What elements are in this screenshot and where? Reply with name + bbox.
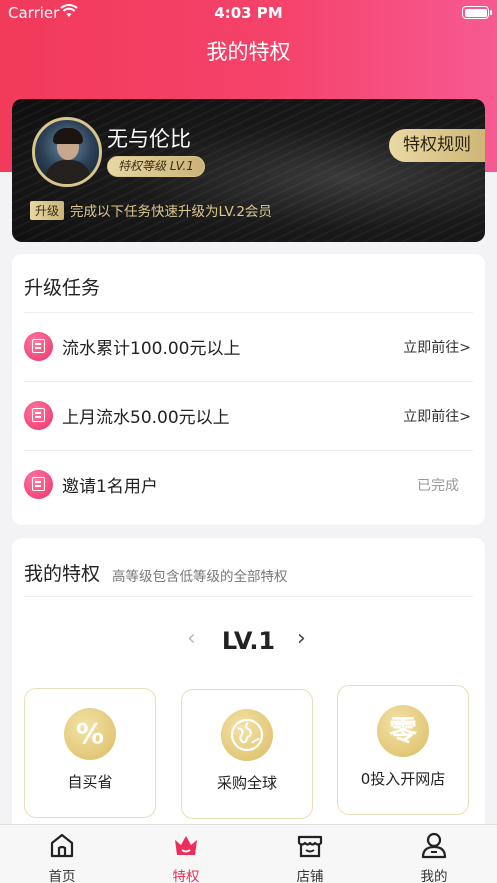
privilege-card[interactable]: 采购全球	[181, 689, 313, 819]
tab-home[interactable]: 首页	[0, 825, 124, 883]
task-row: 邀请1名用户 已完成	[12, 451, 485, 519]
tasks-title: 升级任务	[24, 277, 101, 299]
globe-icon	[221, 709, 273, 761]
tab-mine[interactable]: 我的	[372, 825, 496, 883]
store-icon	[297, 835, 323, 858]
privilege-label: 0投入开网店	[360, 770, 446, 788]
receipt-icon	[24, 401, 53, 430]
task-completed-status: 已完成	[417, 478, 459, 494]
battery-icon	[462, 6, 492, 19]
crown-icon	[175, 836, 197, 855]
percent-icon: %	[64, 708, 116, 760]
divider	[24, 596, 473, 597]
task-row[interactable]: 上月流水50.00元以上 立即前往>	[12, 382, 485, 450]
tab-store[interactable]: 店铺	[248, 825, 372, 883]
task-go-link[interactable]: 立即前往>	[403, 337, 471, 357]
tab-label: 店铺	[296, 869, 324, 883]
tab-label: 我的	[420, 869, 448, 883]
current-level: LV.1	[221, 627, 276, 655]
task-row[interactable]: 流水累计100.00元以上 立即前往>	[12, 313, 485, 381]
chevron-right-icon[interactable]: ›	[297, 626, 306, 651]
home-icon	[50, 833, 74, 858]
user-icon	[421, 832, 447, 859]
task-go-link[interactable]: 立即前往>	[403, 406, 471, 426]
level-switcher: ‹ LV.1 ›	[12, 624, 485, 656]
privileges-title: 我的特权	[24, 563, 101, 585]
user-name: 无与伦比	[107, 127, 191, 151]
status-bar: Carrier 4:03 PM	[0, 0, 497, 26]
privilege-label: 采购全球	[216, 774, 277, 792]
tab-label: 特权	[172, 869, 200, 883]
envelope-icon	[24, 470, 53, 499]
task-label: 流水累计100.00元以上	[62, 339, 241, 359]
level-badge: 特权等级 LV.1	[107, 156, 205, 177]
upgrade-text: 完成以下任务快速升级为LV.2会员	[70, 204, 272, 220]
privilege-rules-button[interactable]: 特权规则	[389, 129, 485, 162]
zero-badge-icon: 零	[377, 705, 429, 757]
page-title: 我的特权	[206, 40, 291, 64]
privilege-card[interactable]: % 自买省	[24, 688, 156, 818]
tab-label: 首页	[48, 869, 76, 883]
tab-bar: 首页 特权 店铺 我的	[0, 824, 497, 883]
member-card: 无与伦比 特权等级 LV.1 特权规则 升级 完成以下任务快速升级为LV.2会员	[12, 99, 485, 242]
privileges-subtitle: 高等级包含低等级的全部特权	[112, 569, 288, 585]
upgrade-tasks-panel: 升级任务 流水累计100.00元以上 立即前往> 上月流水50.00元以上 立即…	[12, 254, 485, 525]
tab-privilege[interactable]: 特权	[124, 825, 248, 883]
upgrade-hint: 升级 完成以下任务快速升级为LV.2会员	[30, 200, 272, 220]
status-time: 4:03 PM	[214, 4, 283, 22]
task-label: 上月流水50.00元以上	[62, 408, 230, 428]
cash-register-icon	[24, 332, 53, 361]
avatar[interactable]	[32, 117, 102, 187]
upgrade-tag: 升级	[30, 200, 65, 220]
privilege-label: 自买省	[67, 773, 113, 791]
privilege-card[interactable]: 零 0投入开网店	[337, 685, 469, 815]
task-label: 邀请1名用户	[62, 477, 158, 497]
